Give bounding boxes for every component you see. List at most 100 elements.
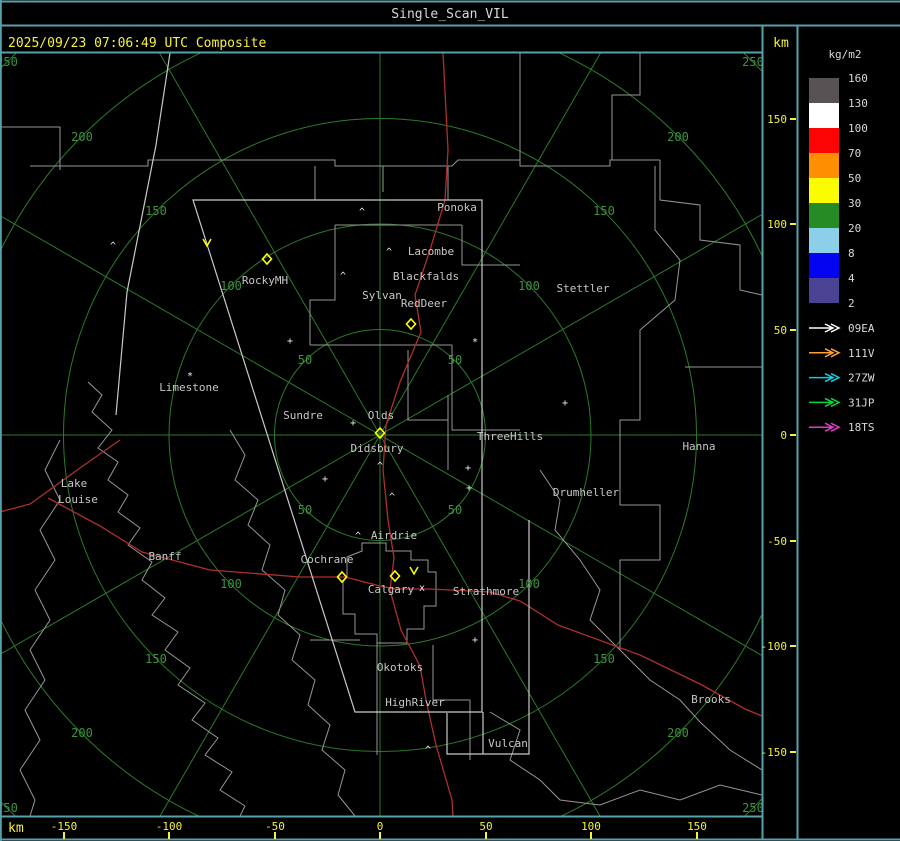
right-axis-tick-label: -150: [761, 746, 788, 759]
map-marker: +: [350, 418, 356, 429]
ring-label-250km: 250: [0, 55, 18, 69]
town-label-highriver: HighRiver: [385, 696, 445, 709]
ring-label-50km: 50: [298, 353, 312, 367]
right-axis-tick-label: 150: [767, 113, 787, 126]
vil-swatch: [809, 203, 839, 228]
vil-swatch: [809, 278, 839, 303]
town-label-rockymh: RockyMH: [242, 274, 288, 287]
ring-label-50km: 50: [298, 503, 312, 517]
bottom-axis-tick-label: -50: [265, 820, 285, 833]
map-marker: ^: [377, 461, 383, 472]
right-axis-tick-label: 100: [767, 218, 787, 231]
ring-label-150km: 150: [593, 652, 615, 666]
vil-swatch: [809, 153, 839, 178]
radar-app-window: Single_Scan_VIL 2025/09/23 07:06:49 UTC …: [0, 0, 900, 841]
ring-label-100km: 100: [518, 577, 540, 591]
map-marker: +: [322, 474, 328, 485]
ring-label-200km: 200: [71, 726, 93, 740]
map-marker: ^: [355, 531, 361, 542]
radar-id-label: 27ZW: [848, 372, 875, 385]
bottom-axis-tick-label: 50: [479, 820, 492, 833]
ring-label-250km: 250: [742, 55, 764, 69]
bottom-axis-tick-label: 150: [687, 820, 707, 833]
town-label-reddeer: RedDeer: [401, 297, 448, 310]
ring-label-250km: 250: [0, 801, 18, 815]
bottom-axis-tick-label: 0: [377, 820, 384, 833]
map-marker: +: [287, 336, 293, 347]
town-label-airdrie: Airdrie: [371, 529, 417, 542]
vil-swatch: [809, 103, 839, 128]
vil-level-label: 160: [848, 72, 868, 85]
vil-swatch: [809, 78, 839, 103]
town-label-threehills: ThreeHills: [477, 430, 543, 443]
right-axis-tick-label: -50: [767, 535, 787, 548]
town-label-strathmore: Strathmore: [453, 585, 519, 598]
vil-level-label: 2: [848, 297, 855, 310]
town-label-sylvan: Sylvan: [362, 289, 402, 302]
radar-id-label: 111V: [848, 347, 875, 360]
map-marker: ^: [340, 271, 346, 282]
town-label-stettler: Stettler: [557, 282, 610, 295]
ring-label-100km: 100: [518, 279, 540, 293]
town-label-okotoks: Okotoks: [377, 661, 423, 674]
map-marker: x: [419, 583, 425, 594]
ring-label-150km: 150: [145, 204, 167, 218]
radar-id-label: 31JP: [848, 396, 875, 409]
ring-label-200km: 200: [667, 726, 689, 740]
town-label-blackfalds: Blackfalds: [393, 270, 459, 283]
scan-timestamp: 2025/09/23 07:06:49 UTC Composite: [8, 36, 266, 51]
town-label-cochrane: Cochrane: [301, 553, 354, 566]
map-marker: *: [472, 337, 478, 348]
radar-id-label: 18TS: [848, 421, 875, 434]
vil-swatch: [809, 128, 839, 153]
vil-level-label: 8: [848, 247, 855, 260]
radar-id-label: 09EA: [848, 322, 875, 335]
vil-level-label: 70: [848, 147, 861, 160]
town-label-lake: Lake: [61, 477, 88, 490]
ring-label-150km: 150: [593, 204, 615, 218]
ring-label-150km: 150: [145, 652, 167, 666]
ring-label-200km: 200: [667, 130, 689, 144]
map-marker: +: [472, 635, 478, 646]
map-marker: ^: [110, 241, 116, 252]
map-marker: *: [187, 371, 193, 382]
radar-display-canvas: Single_Scan_VIL 2025/09/23 07:06:49 UTC …: [0, 0, 900, 841]
ring-label-100km: 100: [220, 279, 242, 293]
ring-label-200km: 200: [71, 130, 93, 144]
window-title: Single_Scan_VIL: [391, 7, 509, 22]
town-label-banff: Banff: [148, 550, 181, 563]
vil-level-label: 4: [848, 272, 855, 285]
right-axis-tick-label: 0: [780, 429, 787, 442]
ring-label-50km: 50: [448, 503, 462, 517]
town-label-louise: Louise: [58, 493, 98, 506]
town-label-hanna: Hanna: [682, 440, 715, 453]
ring-label-50km: 50: [448, 353, 462, 367]
vil-level-label: 50: [848, 172, 861, 185]
vil-level-label: 100: [848, 122, 868, 135]
map-marker: +: [562, 398, 568, 409]
town-label-vulcan: Vulcan: [488, 737, 528, 750]
vil-swatch: [809, 228, 839, 253]
legend-unit: kg/m2: [828, 48, 861, 61]
town-label-olds: Olds: [368, 409, 395, 422]
town-label-sundre: Sundre: [283, 409, 323, 422]
town-label-limestone: Limestone: [159, 381, 219, 394]
bottom-axis-tick-label: -150: [51, 820, 78, 833]
town-label-didsbury: Didsbury: [351, 442, 404, 455]
town-label-calgary: Calgary: [368, 583, 415, 596]
map-marker: +: [466, 483, 472, 494]
map-marker: +: [465, 463, 471, 474]
bottom-axis-tick-label: -100: [156, 820, 183, 833]
town-label-drumheller: Drumheller: [553, 486, 620, 499]
map-marker: ^: [386, 247, 392, 258]
town-label-brooks: Brooks: [691, 693, 731, 706]
ring-label-100km: 100: [220, 577, 242, 591]
vil-swatch: [809, 253, 839, 278]
right-axis-tick-label: -100: [761, 640, 788, 653]
vil-level-label: 20: [848, 222, 861, 235]
bottom-axis-tick-label: 100: [581, 820, 601, 833]
ring-label-250km: 250: [742, 801, 764, 815]
vil-level-label: 30: [848, 197, 861, 210]
map-marker: ^: [389, 492, 395, 503]
right-axis-unit-label: km: [773, 36, 789, 51]
